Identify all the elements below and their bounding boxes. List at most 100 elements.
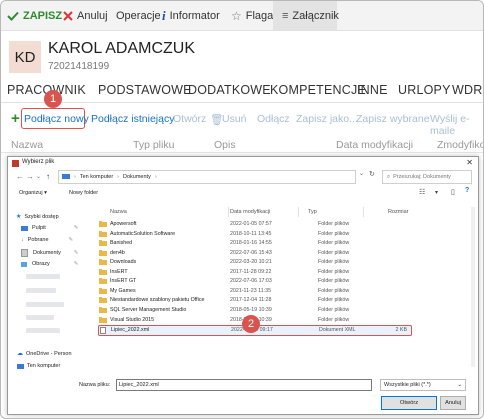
file-type: Folder plików — [318, 221, 350, 227]
informator-button[interactable]: i Informator — [162, 1, 220, 30]
open-button[interactable]: Otwórz — [173, 113, 206, 125]
flag-button[interactable]: ☆ Flaga — [231, 1, 273, 30]
file-dialog: Wybierz plik ✕ ← → ⌄ ↑ › Ten komputer › … — [7, 156, 479, 415]
sidebar-item-label: Obrazy — [32, 261, 50, 267]
scrollbar[interactable] — [471, 207, 475, 367]
close-icon — [63, 10, 73, 21]
file-name: InsERT — [110, 268, 128, 275]
file-name: AutomaticSolution Software — [110, 230, 176, 237]
sidebar-item-pictures[interactable]: Obrazy ✎ — [21, 261, 78, 267]
breadcrumb-documents[interactable]: Dokumenty — [123, 174, 151, 180]
file-name: Apowersoft — [110, 221, 137, 227]
address-bar[interactable]: › Ten komputer › Dokumenty › — [58, 170, 356, 184]
file-row[interactable]: InsERT GT 2022-07-06 17:03 Folder plików — [98, 277, 410, 286]
delete-button[interactable]: Usuń — [222, 113, 247, 125]
dialog-close-button[interactable]: ✕ — [466, 158, 473, 167]
column-description[interactable]: Opis — [214, 139, 236, 151]
sidebar-item-documents[interactable]: Dokumenty ✎ — [21, 249, 78, 257]
send-email-button[interactable]: Wyślij e-maile — [430, 113, 483, 137]
file-row[interactable]: Niestandardowe szablony pakietu Office 20… — [98, 296, 410, 305]
tab-dodatkowe[interactable]: DODATKOWE — [188, 83, 271, 97]
file-row[interactable]: AutomaticSolution Software 2018-10-11 13:… — [98, 230, 410, 239]
file-row[interactable]: den4b 2022-07-06 15:43 Folder plików — [98, 249, 410, 258]
column-header-date[interactable]: Data modyfikacji — [230, 209, 270, 215]
blurred-item — [26, 315, 54, 320]
view-icon[interactable]: ☷ — [419, 188, 425, 196]
tab-inne[interactable]: INNE — [357, 83, 388, 97]
plus-icon: + — [11, 110, 20, 127]
save-selected-button[interactable]: Zapisz wybrane — [356, 113, 430, 125]
search-input[interactable]: ⌕ Przeszukaj: Dokumenty — [382, 170, 472, 184]
save-as-button[interactable]: Zapisz jako... — [296, 113, 358, 125]
recent-dropdown-icon[interactable]: ⌄ — [36, 173, 41, 180]
file-row[interactable]: SQL Server Management Studio 2018-05-19 1… — [98, 306, 410, 315]
blurred-item — [26, 274, 60, 279]
up-icon[interactable]: ↑ — [46, 172, 50, 181]
cancel-file-button[interactable]: Anuluj — [440, 396, 466, 410]
preview-pane-icon[interactable]: ▯ — [451, 188, 455, 196]
attachment-tab[interactable]: ≡ Załącznik — [273, 1, 339, 30]
tab-wdro[interactable]: WDRO — [452, 83, 483, 97]
sidebar-item-quick-access[interactable]: ★ Szybki dostęp — [16, 213, 59, 221]
filename-input[interactable]: Lipiec_2022.xml — [116, 379, 372, 391]
file-date: 2022-07-06 15:43 — [230, 249, 272, 256]
tab-urlopy[interactable]: URLOPY — [398, 83, 451, 97]
file-row[interactable]: My Games 2021-11-23 11:35 Folder plików — [98, 287, 410, 296]
file-row[interactable]: Downloads 2022-03-20 10:21 Folder plików — [98, 258, 410, 267]
file-row[interactable]: Banished 2018-01-16 14:55 Folder plików — [98, 239, 410, 248]
column-modified-by[interactable]: Zmodyfikow — [437, 139, 483, 151]
column-file-type[interactable]: Typ pliku — [133, 139, 174, 151]
view-dropdown-icon[interactable]: ▾ — [435, 189, 438, 196]
sidebar-item-desktop[interactable]: Pulpit ✎ — [21, 225, 78, 231]
desktop-icon — [21, 225, 28, 231]
column-separator — [228, 207, 229, 217]
file-name: Lipiec_2022.xml — [111, 327, 150, 334]
breadcrumb-this-pc[interactable]: Ten komputer — [80, 174, 113, 180]
folder-icon — [99, 221, 107, 229]
filetype-value: Wszystkie pliki (*.*) — [384, 382, 431, 388]
cancel-label: Anuluj — [77, 9, 108, 22]
sidebar-item-downloads[interactable]: ↓ Pobrane ✎ — [21, 237, 73, 243]
folder-icon — [99, 240, 107, 248]
new-folder-button[interactable]: Nowy folder — [69, 190, 98, 196]
informator-label: Informator — [169, 9, 220, 22]
sidebar-item-onedrive[interactable]: ☁ OneDrive - Person — [17, 350, 72, 358]
forward-icon[interactable]: → — [26, 172, 34, 181]
column-header-name[interactable]: Nazwa — [110, 209, 127, 215]
column-name[interactable]: Nazwa — [11, 139, 43, 151]
tab-kompetencje[interactable]: KOMPETENCJE — [270, 83, 366, 97]
organize-button[interactable]: Organizuj ▾ — [19, 190, 47, 196]
open-file-button[interactable]: Otwórz — [381, 396, 437, 410]
attach-existing-button[interactable]: Podłącz istniejący — [91, 113, 174, 125]
address-dropdown-icon[interactable]: ⌄ — [359, 170, 364, 177]
save-button[interactable]: ZAPISZ — [7, 1, 62, 30]
info-icon: i — [162, 7, 166, 23]
sidebar-item-this-pc[interactable]: Ten komputer — [17, 363, 60, 369]
cancel-button[interactable]: Anuluj — [63, 1, 108, 30]
attachment-label: Załącznik — [292, 9, 339, 22]
tab-podstawowe[interactable]: PODSTAWOWE — [98, 83, 192, 97]
chevron-right-icon: › — [117, 174, 120, 180]
hamburger-icon: ≡ — [282, 9, 289, 22]
help-icon[interactable]: ? — [465, 187, 469, 194]
blurred-item — [26, 328, 60, 333]
folder-icon — [99, 316, 107, 325]
file-row[interactable]: Apowersoft 2022-01-05 07:57 Folder plików — [98, 220, 410, 229]
back-icon[interactable]: ← — [16, 172, 24, 181]
column-header-type[interactable]: Typ — [308, 209, 317, 215]
cloud-icon: ☁ — [17, 351, 23, 357]
file-row[interactable]: InsERT 2017-11-28 09:22 Folder plików — [98, 268, 410, 277]
attach-new-button[interactable]: Podłącz nowy — [24, 113, 89, 125]
dialog-title: Wybierz plik — [22, 159, 55, 165]
filetype-select[interactable]: Wszystkie pliki (*.*) ⌄ — [380, 379, 466, 391]
sidebar-item-label: OneDrive - Person — [26, 350, 72, 357]
step-badge-2: 2 — [242, 315, 260, 333]
detach-button[interactable]: Odłącz — [257, 113, 290, 125]
operations-menu[interactable]: Operacje — [116, 1, 161, 30]
column-modified-date[interactable]: Data modyfikacji — [336, 139, 413, 151]
xml-file-icon — [100, 327, 106, 336]
column-header-size[interactable]: Rozmiar — [388, 209, 408, 215]
app-icon — [12, 160, 19, 167]
refresh-icon[interactable]: ↻ — [369, 170, 375, 178]
chevron-down-icon: ⌄ — [457, 382, 462, 388]
